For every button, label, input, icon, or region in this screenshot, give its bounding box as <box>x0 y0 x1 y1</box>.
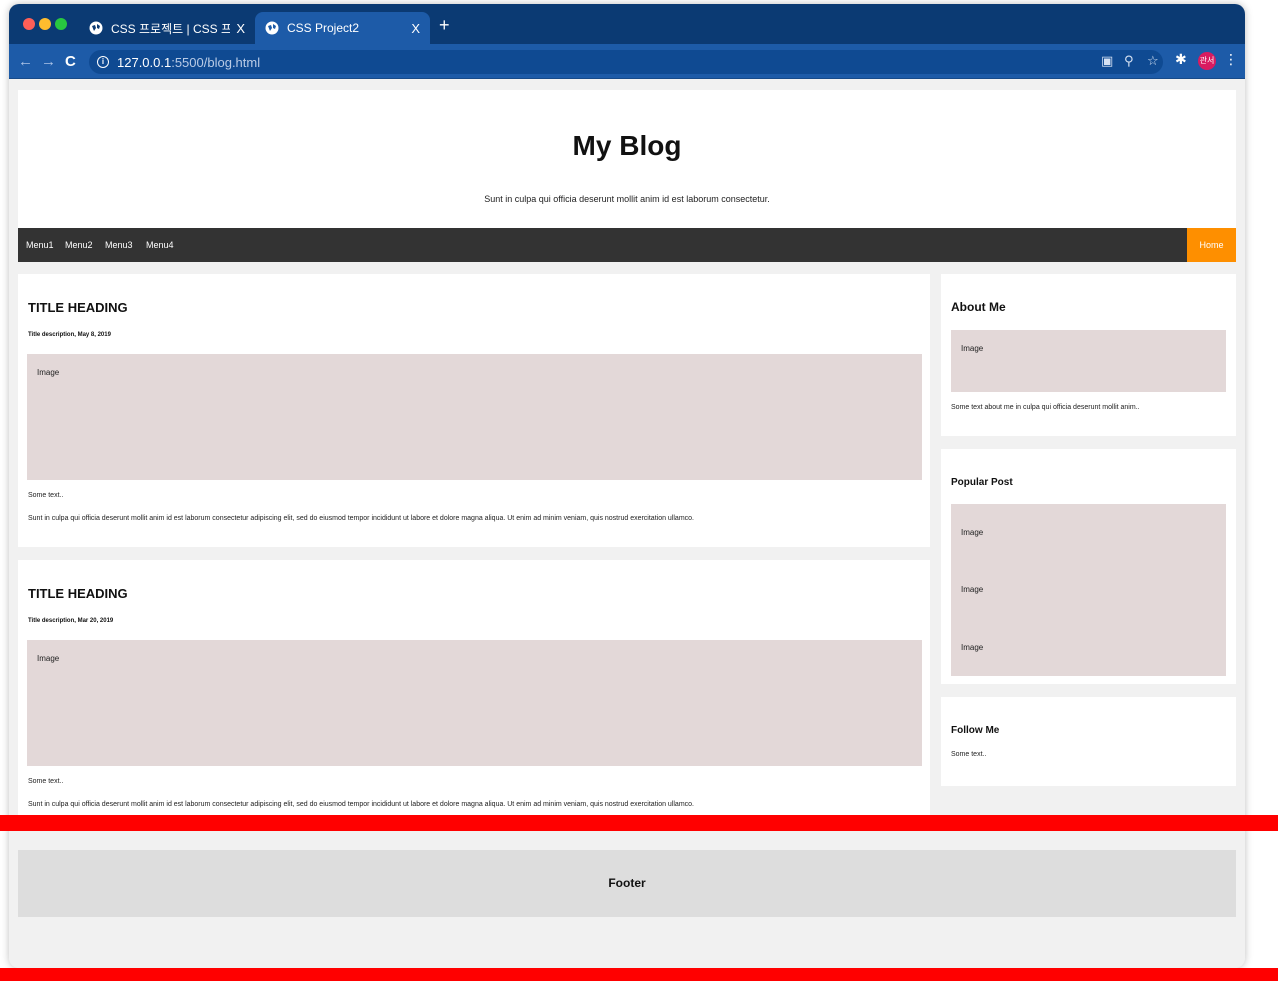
blog-header: My Blog Sunt in culpa qui officia deseru… <box>18 90 1236 228</box>
footer-label: Footer <box>608 876 646 890</box>
post-description: Title description, Mar 20, 2019 <box>28 618 114 624</box>
tab-close-icon[interactable]: X <box>411 21 420 36</box>
extensions-puzzle-icon[interactable]: ✱ <box>1175 51 1187 68</box>
nav-item-menu4[interactable]: Menu4 <box>146 240 174 250</box>
minimize-window-button[interactable] <box>39 18 51 30</box>
close-window-button[interactable] <box>23 18 35 30</box>
forward-arrow-icon[interactable]: → <box>41 53 56 70</box>
zoom-window-button[interactable] <box>55 18 67 30</box>
reload-icon[interactable]: C <box>65 53 76 70</box>
post-card: TITLE HEADING Title description, May 8, … <box>18 274 930 547</box>
tab-close-icon[interactable]: X <box>236 21 245 36</box>
follow-me-text: Some text.. <box>951 751 987 758</box>
footer: Footer <box>18 850 1236 917</box>
nav-item-home[interactable]: Home <box>1187 228 1236 262</box>
post-description: Title description, May 8, 2019 <box>28 332 111 338</box>
nav-item-menu1[interactable]: Menu1 <box>26 240 54 250</box>
profile-avatar[interactable]: 관서 <box>1198 52 1216 70</box>
globe-icon <box>265 21 279 35</box>
translate-icon[interactable]: ▣ <box>1101 53 1113 69</box>
nav-item-menu3[interactable]: Menu3 <box>105 240 133 250</box>
follow-me-card: Follow Me Some text.. <box>941 697 1236 786</box>
info-icon[interactable]: i <box>97 56 109 68</box>
page-title: My Blog <box>572 130 682 161</box>
address-bar[interactable]: i 127.0.0.1:5500/blog.html ▣ ⚲ ☆ <box>89 50 1163 74</box>
bookmark-star-icon[interactable]: ☆ <box>1147 53 1159 69</box>
image-label: Image <box>961 585 984 594</box>
popular-post-images: Image Image Image <box>951 504 1226 676</box>
toolbar: ← → C i 127.0.0.1:5500/blog.html ▣ ⚲ ☆ <box>9 44 1245 79</box>
url-host: 127.0.0.1 <box>117 54 172 70</box>
image-label: Image <box>961 528 984 537</box>
image-label: Image <box>37 368 60 377</box>
post-short-text: Some text.. <box>28 778 64 785</box>
image-label: Image <box>961 643 984 652</box>
about-me-image: Image <box>951 330 1226 392</box>
url-text[interactable]: 127.0.0.1:5500/blog.html <box>117 55 260 70</box>
post-short-text: Some text.. <box>28 492 64 499</box>
new-tab-button[interactable]: + <box>439 16 450 34</box>
popular-post-title: Popular Post <box>951 477 1013 488</box>
about-me-title: About Me <box>951 300 1006 314</box>
post-body: Sunt in culpa qui officia deserunt molli… <box>28 515 694 522</box>
page-viewport: My Blog Sunt in culpa qui officia deseru… <box>9 80 1245 968</box>
url-path: :5500/blog.html <box>171 54 261 70</box>
zoom-icon[interactable]: ⚲ <box>1124 53 1134 69</box>
post-image: Image <box>27 640 922 766</box>
nav-item-menu2[interactable]: Menu2 <box>65 240 93 250</box>
back-arrow-icon[interactable]: ← <box>18 53 33 70</box>
menu-dots-icon[interactable]: ⋮ <box>1224 51 1238 68</box>
tab-bar: CSS 프로젝트 | CSS 프로그래밍 기 X CSS Project2 X … <box>9 4 1245 44</box>
post-card: TITLE HEADING Title description, Mar 20,… <box>18 560 930 830</box>
tab-css-project2[interactable]: CSS Project2 X <box>255 12 430 44</box>
follow-me-title: Follow Me <box>951 725 1000 736</box>
post-image: Image <box>27 354 922 480</box>
image-label: Image <box>961 344 984 353</box>
tab-title: CSS Project2 <box>287 21 360 35</box>
page-subtitle: Sunt in culpa qui officia deserunt molli… <box>484 194 770 204</box>
about-me-text: Some text about me in culpa qui officia … <box>951 404 1140 411</box>
tab-title: CSS 프로젝트 | CSS 프로그래밍 기 <box>111 21 231 36</box>
globe-icon <box>89 21 103 35</box>
post-body: Sunt in culpa qui officia deserunt molli… <box>28 801 694 808</box>
image-label: Image <box>37 654 60 663</box>
popular-post-card: Popular Post Image Image Image <box>941 449 1236 684</box>
highlight-bar <box>0 815 1278 831</box>
top-nav: Menu1 Menu2 Menu3 Menu4 Home <box>18 228 1236 262</box>
tab-css-project[interactable]: CSS 프로젝트 | CSS 프로그래밍 기 X <box>79 12 255 44</box>
post-title: TITLE HEADING <box>28 300 128 315</box>
highlight-bar <box>0 968 1278 981</box>
post-title: TITLE HEADING <box>28 586 128 601</box>
about-me-card: About Me Image Some text about me in cul… <box>941 274 1236 436</box>
